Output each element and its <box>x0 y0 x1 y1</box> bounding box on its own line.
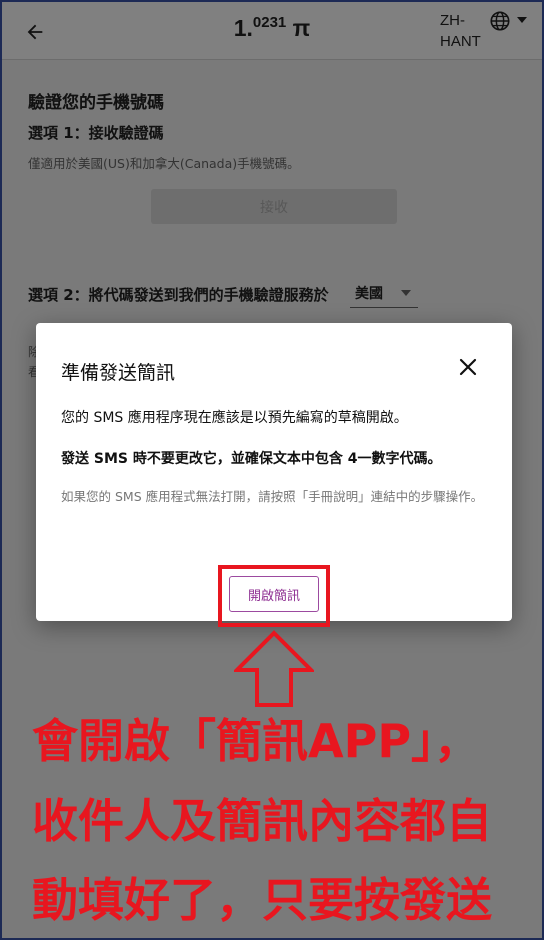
balance-whole: 1. <box>233 15 253 41</box>
dialog-help-note: 如果您的 SMS 應用程式無法打開，請按照「手冊說明」連結中的步驟操作。 <box>61 489 484 504</box>
dialog-message: 您的 SMS 應用程序現在應該是以預先編寫的草稿開啟。 <box>61 410 408 426</box>
annotation-line: 動填好了，只要按發送 <box>32 873 492 927</box>
globe-icon[interactable] <box>489 10 511 32</box>
option1-title: 選項 1：接收驗證碼 <box>28 124 164 142</box>
top-bar: 1.0231 π ZH-HANT <box>2 2 542 60</box>
receive-code-button[interactable]: 接收 <box>151 189 397 224</box>
annotation-line: 收件人及簡訊內容都自 <box>32 794 492 848</box>
pi-symbol: π <box>292 15 311 41</box>
country-select[interactable]: 美國 <box>350 278 418 308</box>
dialog-warning: 發送 SMS 時不要更改它，並確保文本中包含 4一數字代碼。 <box>61 451 442 467</box>
highlight-box <box>218 565 330 627</box>
option1-description: 僅適用於美國(US)和加拿大(Canada)手機號碼。 <box>28 156 300 171</box>
balance-decimals: 0231 <box>252 14 287 31</box>
annotation-line: 會開啟「簡訊APP」， <box>32 714 481 768</box>
chevron-down-icon[interactable] <box>517 16 527 24</box>
close-icon[interactable] <box>459 358 477 376</box>
language-code[interactable]: ZH-HANT <box>440 10 490 52</box>
page-title: 驗證您的手機號碼 <box>28 93 164 113</box>
dialog-title: 準備發送簡訊 <box>61 362 176 384</box>
option2-title: 選項 2：將代碼發送到我們的手機驗證服務於 <box>28 286 329 304</box>
app-frame: 1.0231 π ZH-HANT 驗證您的手機號碼 選項 1：接收驗證碼 僅適用… <box>0 0 544 940</box>
chevron-down-icon <box>401 290 411 296</box>
country-select-value: 美國 <box>355 286 383 302</box>
up-arrow-icon <box>234 630 314 707</box>
